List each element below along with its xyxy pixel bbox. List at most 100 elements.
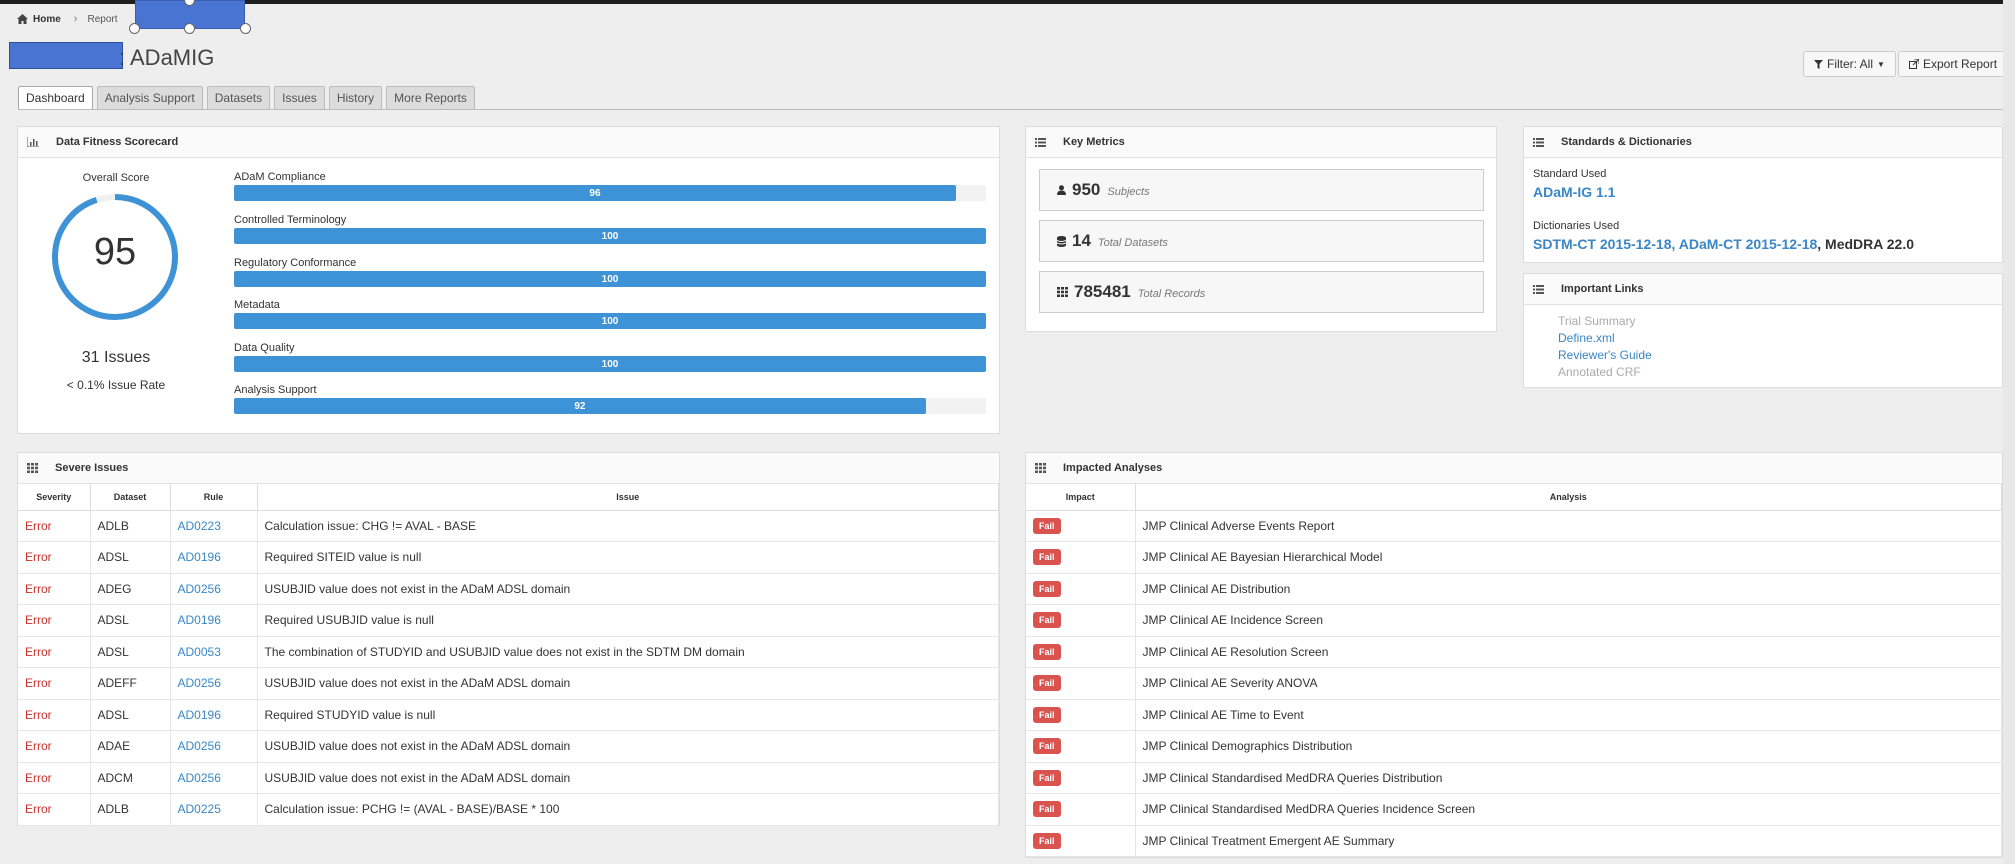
datasets-label: Total Datasets xyxy=(1097,237,1168,249)
tab-more-reports[interactable]: More Reports xyxy=(386,86,475,110)
table-row[interactable]: Fail JMP Clinical AE Time to Event xyxy=(1026,699,2002,731)
table-row[interactable]: Fail JMP Clinical AE Incidence Screen xyxy=(1026,604,2002,637)
analysis-cell[interactable]: JMP Clinical AE Distribution xyxy=(1135,573,2002,605)
tab-datasets[interactable]: Datasets xyxy=(206,86,271,110)
metric-regulatory-conformance[interactable]: Regulatory Conformance 100 xyxy=(234,257,986,287)
analysis-cell[interactable]: JMP Clinical AE Severity ANOVA xyxy=(1135,667,2002,700)
column-header-severity[interactable]: Severity xyxy=(18,484,91,511)
subjects-label: Subjects xyxy=(1107,186,1150,198)
analysis-cell[interactable]: JMP Clinical Adverse Events Report xyxy=(1135,510,2002,542)
adam-ct-link[interactable]: ADaM-CT 2015-12-18 xyxy=(1679,236,1818,252)
breadcrumb-current[interactable]: Report xyxy=(87,14,117,25)
progress-fill: 100 xyxy=(234,356,986,372)
records-label: Total Records xyxy=(1137,288,1206,300)
metric-controlled-terminology[interactable]: Controlled Terminology 100 xyxy=(234,214,986,244)
column-header-impact[interactable]: Impact xyxy=(1026,484,1136,511)
table-row[interactable]: Fail JMP Clinical Standardised MedDRA Que… xyxy=(1026,793,2002,826)
issues-count[interactable]: 31 Issues xyxy=(18,349,214,367)
bar-chart-icon xyxy=(27,137,39,147)
grid-icon xyxy=(27,463,38,473)
metric-label: Metadata xyxy=(234,299,280,311)
analysis-cell[interactable]: JMP Clinical AE Resolution Screen xyxy=(1135,636,2002,668)
metric-metadata[interactable]: Metadata 100 xyxy=(234,299,986,329)
progress-fill: 96 xyxy=(234,185,956,201)
rule-link[interactable]: AD0196 xyxy=(170,699,258,731)
rule-link[interactable]: AD0256 xyxy=(170,730,258,763)
table-row[interactable]: Fail JMP Clinical Demographics Distributi… xyxy=(1026,730,2002,763)
impact-cell: Fail xyxy=(1026,573,1136,605)
metric-analysis-support[interactable]: Analysis Support 92 xyxy=(234,384,986,414)
analysis-cell[interactable]: JMP Clinical Demographics Distribution xyxy=(1135,730,2002,763)
table-row[interactable]: Fail JMP Clinical AE Resolution Screen xyxy=(1026,636,2002,668)
filter-button[interactable]: Filter: All ▼ xyxy=(1803,51,1896,77)
overall-score-value: 95 xyxy=(93,231,137,273)
severe-issues-title: Severe Issues xyxy=(55,462,129,474)
analysis-cell[interactable]: JMP Clinical AE Incidence Screen xyxy=(1135,604,2002,637)
tab-dashboard[interactable]: Dashboard xyxy=(18,86,93,110)
table-row[interactable]: Fail JMP Clinical Treatment Emergent AE S… xyxy=(1026,825,2002,857)
table-row[interactable]: Error ADEG AD0256 USUBJID value does not ex… xyxy=(18,573,999,605)
analysis-cell[interactable]: JMP Clinical AE Bayesian Hierarchical Mo… xyxy=(1135,541,2002,574)
chevron-right-icon: › xyxy=(73,13,78,25)
sdtm-ct-link[interactable]: SDTM-CT 2015-12-18 xyxy=(1533,236,1672,252)
rule-link[interactable]: AD0053 xyxy=(170,636,258,668)
severity-cell: Error xyxy=(18,667,91,700)
dataset-cell: ADLB xyxy=(90,510,171,542)
rule-link[interactable]: AD0256 xyxy=(170,762,258,794)
table-row[interactable]: Fail JMP Clinical AE Severity ANOVA xyxy=(1026,667,2002,700)
metric-data-quality[interactable]: Data Quality 100 xyxy=(234,342,986,372)
impact-cell: Fail xyxy=(1026,604,1136,637)
analysis-cell[interactable]: JMP Clinical Standardised MedDRA Queries… xyxy=(1135,793,2002,826)
rule-link[interactable]: AD0256 xyxy=(170,667,258,700)
resize-handle-bottom-right[interactable] xyxy=(240,23,251,34)
resize-handle-bottom-left[interactable] xyxy=(129,23,140,34)
analysis-cell[interactable]: JMP Clinical Treatment Emergent AE Summa… xyxy=(1135,825,2002,857)
impact-cell: Fail xyxy=(1026,667,1136,700)
table-row[interactable]: Error ADSL AD0196 Required STUDYID value is… xyxy=(18,699,999,731)
rule-link[interactable]: AD0196 xyxy=(170,541,258,574)
link-reviewers-guide[interactable]: Reviewer's Guide xyxy=(1558,348,1652,362)
progress-track: 92 xyxy=(234,398,986,414)
metric-datasets: 14 Total Datasets xyxy=(1039,220,1484,262)
issue-cell: USUBJID value does not exist in the ADaM… xyxy=(257,573,999,605)
table-row[interactable]: Error ADSL AD0196 Required USUBJID value is… xyxy=(18,604,999,637)
tab-issues[interactable]: Issues xyxy=(274,86,325,110)
table-row[interactable]: Error ADCM AD0256 USUBJID value does not ex… xyxy=(18,762,999,794)
table-row[interactable]: Error ADSL AD0196 Required SITEID value is … xyxy=(18,541,999,574)
column-header-rule[interactable]: Rule xyxy=(170,484,258,511)
fail-badge: Fail xyxy=(1033,517,1061,534)
table-row[interactable]: Fail JMP Clinical AE Bayesian Hierarchica… xyxy=(1026,541,2002,574)
table-row[interactable]: Error ADLB AD0223 Calculation issue: CHG !=… xyxy=(18,510,999,542)
table-row[interactable]: Fail JMP Clinical Adverse Events Report xyxy=(1026,510,2002,542)
column-header-dataset[interactable]: Dataset xyxy=(90,484,171,511)
table-row[interactable]: Error ADEFF AD0256 USUBJID value does not e… xyxy=(18,667,999,700)
table-row[interactable]: Error ADAE AD0256 USUBJID value does not ex… xyxy=(18,730,999,763)
rule-link[interactable]: AD0256 xyxy=(170,573,258,605)
analysis-cell[interactable]: JMP Clinical Standardised MedDRA Queries… xyxy=(1135,762,2002,794)
column-header-analysis[interactable]: Analysis xyxy=(1135,484,2002,511)
link-define-xml[interactable]: Define.xml xyxy=(1558,331,1615,345)
tab-analysis-support[interactable]: Analysis Support xyxy=(96,86,203,110)
resize-handle-bottom-middle[interactable] xyxy=(184,23,195,34)
column-header-issue[interactable]: Issue xyxy=(257,484,999,511)
table-row[interactable]: Error ADSL AD0053 The combination of STUDYI… xyxy=(18,636,999,668)
table-row[interactable]: Fail JMP Clinical AE Distribution xyxy=(1026,573,2002,605)
rule-link[interactable]: AD0225 xyxy=(170,793,258,826)
tab-history[interactable]: History xyxy=(328,86,383,110)
page-scrollbar[interactable] xyxy=(2003,0,2015,864)
progress-track: 100 xyxy=(234,356,986,372)
standard-used-link[interactable]: ADaM-IG 1.1 xyxy=(1533,184,1615,200)
metric-label: Controlled Terminology xyxy=(234,214,347,226)
analysis-cell[interactable]: JMP Clinical AE Time to Event xyxy=(1135,699,2002,731)
rule-link[interactable]: AD0196 xyxy=(170,604,258,637)
table-row[interactable]: Error ADLB AD0225 Calculation issue: PCHG !… xyxy=(18,793,999,826)
table-row[interactable]: Fail JMP Clinical Standardised MedDRA Que… xyxy=(1026,762,2002,794)
progress-fill: 100 xyxy=(234,313,986,329)
metric-adam-compliance[interactable]: ADaM Compliance 96 xyxy=(234,171,986,201)
export-report-button[interactable]: Export Report xyxy=(1898,51,2015,77)
rule-link[interactable]: AD0223 xyxy=(170,510,258,542)
progress-fill: 100 xyxy=(234,271,986,287)
progress-fill: 100 xyxy=(234,228,986,244)
breadcrumb-home[interactable]: Home xyxy=(17,14,61,25)
severe-issues-table: Severity Dataset Rule Issue Error ADLB AD0… xyxy=(18,484,999,826)
